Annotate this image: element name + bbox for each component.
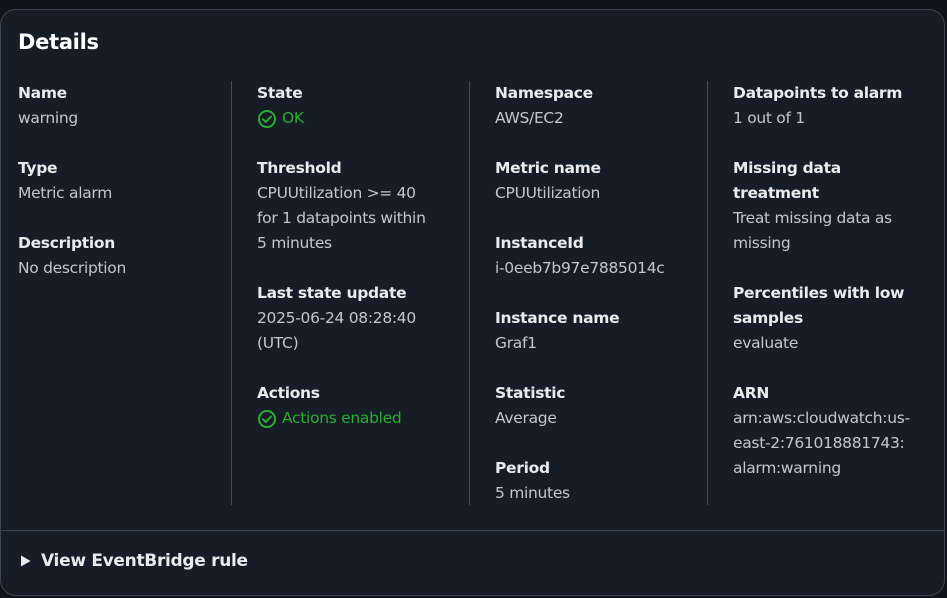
description-label: Description	[18, 234, 115, 252]
column-divider	[231, 81, 232, 505]
arn-value-line: alarm:warning	[733, 459, 841, 477]
instance-name-label: Instance name	[495, 309, 620, 327]
actions-status: Actions enabled	[257, 406, 457, 431]
datapoints-to-alarm-field: Datapoints to alarm 1 out of 1	[733, 81, 933, 131]
missing-data-treatment-value-line: missing	[733, 234, 791, 252]
statistic-field: Statistic Average	[495, 381, 695, 431]
arn-label: ARN	[733, 384, 770, 402]
last-state-update-field: Last state update 2025-06-24 08:28:40 (U…	[257, 281, 457, 356]
description-field: Description No description	[18, 231, 218, 281]
threshold-field: Threshold CPUUtilization >= 40 for 1 dat…	[257, 156, 457, 256]
instance-name-value: Graf1	[495, 334, 537, 352]
name-label: Name	[18, 84, 67, 102]
panel-title: Details	[18, 30, 99, 54]
type-field: Type Metric alarm	[18, 156, 218, 206]
missing-data-treatment-label-line: treatment	[733, 184, 819, 202]
namespace-value: AWS/EC2	[495, 109, 564, 127]
instance-id-field: InstanceId i-0eeb7b97e7885014c	[495, 231, 695, 281]
alarm-details-panel: Details Name warning Type Metric alarm D…	[0, 9, 945, 596]
missing-data-treatment-field: Missing data treatment Treat missing dat…	[733, 156, 933, 256]
percentiles-low-samples-value: evaluate	[733, 334, 799, 352]
caret-right-icon	[21, 555, 31, 567]
percentiles-low-samples-label-line: Percentiles with low	[733, 284, 905, 302]
column-divider	[707, 81, 708, 505]
percentiles-low-samples-label-line: samples	[733, 309, 803, 327]
footer-divider	[1, 530, 944, 531]
datapoints-to-alarm-value: 1 out of 1	[733, 109, 805, 127]
name-value: warning	[18, 109, 78, 127]
period-label: Period	[495, 459, 550, 477]
expander-label: View EventBridge rule	[41, 551, 248, 571]
instance-name-field: Instance name Graf1	[495, 306, 695, 356]
state-status: OK	[257, 106, 457, 131]
percentiles-low-samples-field: Percentiles with low samples evaluate	[733, 281, 933, 356]
namespace-field: Namespace AWS/EC2	[495, 81, 695, 131]
name-field: Name warning	[18, 81, 218, 131]
missing-data-treatment-value-line: Treat missing data as	[733, 209, 892, 227]
threshold-label: Threshold	[257, 159, 342, 177]
details-column-4: Datapoints to alarm 1 out of 1 Missing d…	[733, 81, 933, 507]
actions-field: Actions Actions enabled	[257, 381, 457, 431]
view-eventbridge-rule-expander[interactable]: View EventBridge rule	[20, 551, 248, 571]
metric-name-field: Metric name CPUUtilization	[495, 156, 695, 206]
last-state-update-value-line: (UTC)	[257, 334, 299, 352]
column-divider	[469, 81, 470, 505]
period-value: 5 minutes	[495, 484, 570, 502]
actions-label: Actions	[257, 384, 320, 402]
arn-value-line: arn:aws:cloudwatch:us-	[733, 409, 910, 427]
check-circle-icon	[258, 109, 276, 128]
instance-id-label: InstanceId	[495, 234, 584, 252]
details-column-1: Name warning Type Metric alarm Descripti…	[18, 81, 218, 507]
threshold-value-line: for 1 datapoints within	[257, 209, 426, 227]
type-value: Metric alarm	[18, 184, 113, 202]
metric-name-label: Metric name	[495, 159, 601, 177]
datapoints-to-alarm-label: Datapoints to alarm	[733, 84, 903, 102]
details-column-2: State OK Threshold CPUUtilization >= 40 …	[257, 81, 457, 507]
metric-name-value: CPUUtilization	[495, 184, 600, 202]
statistic-label: Statistic	[495, 384, 566, 402]
description-value: No description	[18, 259, 126, 277]
threshold-value-line: 5 minutes	[257, 234, 332, 252]
state-value: OK	[282, 109, 304, 127]
missing-data-treatment-label-line: Missing data	[733, 159, 841, 177]
type-label: Type	[18, 159, 58, 177]
period-field: Period 5 minutes	[495, 456, 695, 506]
state-field: State OK	[257, 81, 457, 131]
state-label: State	[257, 84, 303, 102]
arn-value-line: east-2:761018881743:	[733, 434, 905, 452]
arn-field: ARN arn:aws:cloudwatch:us- east-2:761018…	[733, 381, 933, 481]
details-column-3: Namespace AWS/EC2 Metric name CPUUtiliza…	[495, 81, 695, 507]
instance-id-value: i-0eeb7b97e7885014c	[495, 259, 665, 277]
check-circle-icon	[258, 409, 276, 428]
statistic-value: Average	[495, 409, 557, 427]
threshold-value-line: CPUUtilization >= 40	[257, 184, 416, 202]
details-columns: Name warning Type Metric alarm Descripti…	[1, 81, 944, 507]
namespace-label: Namespace	[495, 84, 593, 102]
last-state-update-label: Last state update	[257, 284, 407, 302]
actions-value: Actions enabled	[282, 409, 402, 427]
last-state-update-value-line: 2025-06-24 08:28:40	[257, 309, 416, 327]
